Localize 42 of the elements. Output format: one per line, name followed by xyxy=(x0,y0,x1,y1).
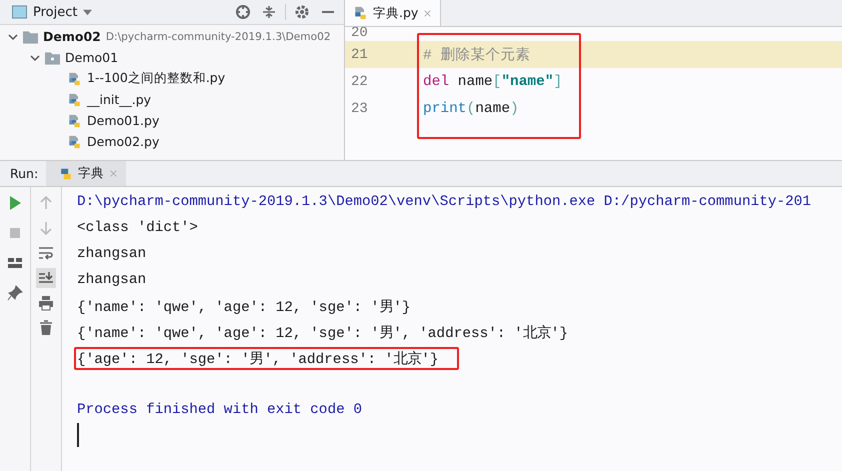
console-line: Process finished with exit code 0 xyxy=(76,401,363,420)
code-line: # 删除某个元素 xyxy=(423,46,530,64)
code-line: del name["name"] xyxy=(423,74,562,90)
console-line: zhangsan xyxy=(76,245,148,264)
folder-name[interactable]: Demo01 xyxy=(65,50,118,65)
folder-icon xyxy=(45,50,60,64)
line-number: 21 xyxy=(350,46,369,62)
python-file-icon xyxy=(67,72,82,86)
line-number: 23 xyxy=(350,100,369,116)
run-label: Run: xyxy=(9,166,38,181)
pin-icon[interactable] xyxy=(5,283,25,303)
file-name[interactable]: __init__.py xyxy=(87,92,152,107)
run-tab[interactable]: 字典 xyxy=(46,161,126,186)
dropdown-caret-icon[interactable] xyxy=(83,8,92,16)
editor-tab[interactable]: 字典.py xyxy=(345,0,442,26)
file-name[interactable]: Demo02.py xyxy=(87,134,160,149)
console-line: <class 'dict'> xyxy=(76,219,199,238)
chevron-icon[interactable] xyxy=(30,52,40,62)
console-line: zhangsan xyxy=(76,271,148,290)
python-file-icon xyxy=(353,6,368,20)
printer-icon[interactable] xyxy=(36,293,56,313)
line-number: 20 xyxy=(350,27,369,41)
python-file-icon xyxy=(67,134,82,148)
file-name[interactable]: 1--100之间的整数和.py xyxy=(87,70,226,87)
project-name[interactable]: Demo02 xyxy=(43,29,101,44)
code-line: print(name) xyxy=(423,100,519,116)
console-line: {'name': 'qwe', 'age': 12, 'sge': '男'} xyxy=(76,298,412,318)
console-line: {'name': 'qwe', 'age': 12, 'sge': '男', 'address': '北京'} xyxy=(76,324,570,344)
locate-icon[interactable] xyxy=(233,2,253,22)
python-icon xyxy=(58,166,74,180)
text-cursor xyxy=(77,423,79,447)
console-line: D:\pycharm-community-2019.1.3\Demo02\venv\Scripts\python.exe D:/pycharm-community-201 xyxy=(76,193,812,212)
scroll-to-end-icon[interactable] xyxy=(36,268,56,288)
python-file-icon xyxy=(67,92,82,106)
python-file-icon xyxy=(67,114,82,128)
folder-icon xyxy=(23,30,38,44)
chevron-icon[interactable] xyxy=(8,32,18,42)
project-path: D:\pycharm-community-2019.1.3\Demo02 xyxy=(106,30,331,42)
line-number: 22 xyxy=(350,74,369,90)
panel-icon xyxy=(12,5,27,19)
file-name[interactable]: Demo01.py xyxy=(87,113,160,128)
panel-title[interactable]: Project xyxy=(33,4,78,20)
